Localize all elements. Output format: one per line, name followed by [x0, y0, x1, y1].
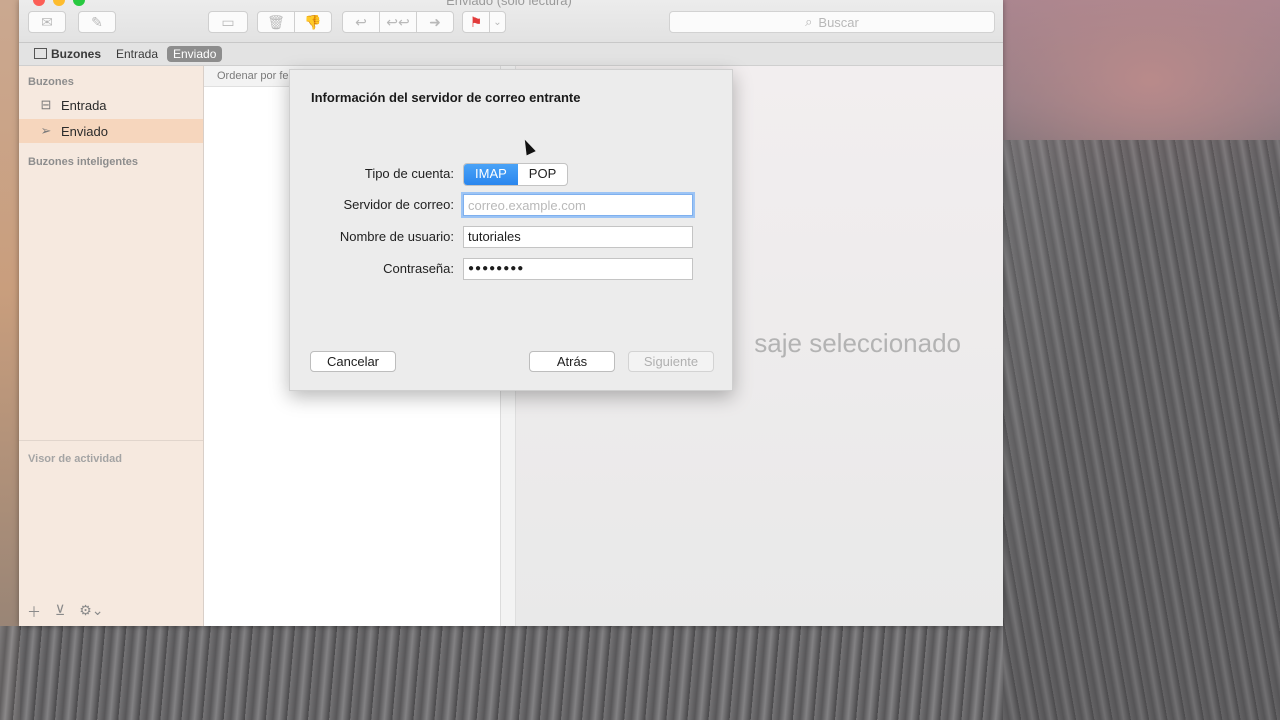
- paper-plane-icon: ➢: [40, 123, 52, 138]
- cancel-button[interactable]: Cancelar: [310, 351, 396, 372]
- mailbox-state-icon[interactable]: ⊻: [55, 602, 65, 622]
- mail-server-label: Servidor de correo:: [343, 197, 454, 212]
- account-type-label: Tipo de cuenta:: [364, 166, 454, 181]
- reply-all-button[interactable]: ↩↩: [379, 11, 417, 33]
- archive-button[interactable]: ▭: [208, 11, 248, 33]
- flag-icon: ⚑: [469, 13, 483, 30]
- sidebar-item-inbox[interactable]: ⊟ Entrada: [19, 93, 203, 117]
- activity-viewer-title: Visor de actividad: [28, 453, 122, 465]
- reply-all-arrow-icon: ↩↩: [386, 13, 410, 30]
- minimize-window-button[interactable]: [53, 0, 65, 6]
- sidebar-item-sent[interactable]: ➢ Enviado: [19, 119, 203, 143]
- favorite-inbox[interactable]: Entrada: [110, 46, 164, 62]
- sidebar-icon: [34, 48, 47, 59]
- favorite-sent[interactable]: Enviado: [167, 46, 223, 62]
- username-input[interactable]: tutoriales: [463, 226, 693, 248]
- envelope-icon: ✉: [41, 13, 53, 30]
- compose-icon: ✎: [91, 13, 103, 30]
- search-field[interactable]: ⌕ Buscar: [669, 11, 995, 33]
- dialog-title: Información del servidor de correo entra…: [311, 90, 581, 105]
- account-type-imap[interactable]: IMAP: [464, 164, 518, 185]
- zoom-window-button[interactable]: [73, 0, 85, 6]
- next-button[interactable]: Siguiente: [628, 351, 714, 372]
- account-type-segmented-control[interactable]: IMAP POP: [463, 163, 569, 186]
- chevron-down-icon: ⌄: [493, 16, 502, 28]
- junk-button[interactable]: 👎: [294, 11, 332, 33]
- gear-icon[interactable]: ⚙⌄: [79, 602, 103, 622]
- forward-button[interactable]: ➜: [416, 11, 454, 33]
- search-icon: ⌕: [805, 14, 813, 29]
- reply-arrow-icon: ↩: [355, 13, 367, 30]
- trash-icon: 🗑: [267, 13, 285, 30]
- mailboxes-toggle-button[interactable]: Buzones: [28, 46, 107, 62]
- sidebar-item-label: Enviado: [61, 123, 108, 139]
- flag-button[interactable]: ⚑: [462, 11, 490, 33]
- mailbox-sidebar: Buzones ⊟ Entrada ➢ Enviado Buzones inte…: [19, 66, 204, 626]
- delete-button[interactable]: 🗑: [257, 11, 295, 33]
- favorites-bar: Buzones Entrada Enviado: [19, 43, 1003, 66]
- desktop-wallpaper-bottom: [0, 626, 1003, 720]
- add-mailbox-icon[interactable]: ＋: [27, 602, 41, 622]
- sidebar-section-smart: Buzones inteligentes: [28, 156, 139, 168]
- sidebar-footer: ＋ ⊻ ⚙⌄: [27, 602, 104, 622]
- mailboxes-toggle-label: Buzones: [51, 47, 102, 61]
- back-button[interactable]: Atrás: [529, 351, 615, 372]
- archive-box-icon: ▭: [221, 13, 235, 30]
- close-window-button[interactable]: [33, 0, 45, 6]
- account-type-pop[interactable]: POP: [518, 164, 567, 185]
- incoming-server-dialog: Información del servidor de correo entra…: [289, 69, 733, 391]
- desktop-wallpaper-rock: [1003, 140, 1280, 720]
- sidebar-section-mailboxes: Buzones: [28, 76, 74, 88]
- toolbar: Enviado (solo lectura) ✉ ✎ ▭ 🗑 👎 ↩ ↩↩ ➜ …: [19, 0, 1003, 43]
- compose-button[interactable]: ✎: [78, 11, 116, 33]
- get-mail-button[interactable]: ✉: [28, 11, 66, 33]
- sidebar-divider: [19, 440, 203, 441]
- flag-menu-button[interactable]: ⌄: [489, 11, 506, 33]
- thumbs-down-icon: 👎: [304, 13, 322, 30]
- password-label: Contraseña:: [383, 261, 454, 276]
- username-label: Nombre de usuario:: [339, 229, 454, 244]
- sidebar-item-label: Entrada: [61, 97, 107, 113]
- forward-arrow-icon: ➜: [429, 13, 441, 30]
- window-title: Enviado (solo lectura): [446, 0, 572, 8]
- inbox-tray-icon: ⊟: [40, 97, 52, 112]
- search-placeholder: Buscar: [818, 14, 859, 30]
- reply-button[interactable]: ↩: [342, 11, 380, 33]
- password-input[interactable]: ●●●●●●●●: [463, 258, 693, 280]
- desktop-wallpaper-left: [0, 0, 20, 720]
- mail-server-input[interactable]: [463, 194, 693, 216]
